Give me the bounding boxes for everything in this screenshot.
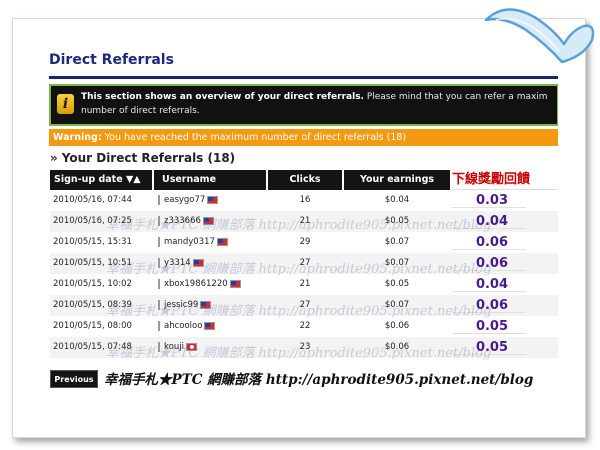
username-cell: xbox19861220 bbox=[158, 274, 268, 295]
info-text-rest: Please mind that you can refer a maxim bbox=[363, 92, 548, 102]
table-row: 2010/05/15, 08:00 ahcooloo 22 $0.06 0.05 bbox=[50, 316, 558, 337]
earnings: $0.05 bbox=[384, 216, 410, 226]
username-cell: kouji bbox=[158, 337, 268, 358]
pagination: Previous 幸福手札★PTC 網賺部落 http://aphrodite9… bbox=[50, 370, 558, 388]
username-header: Username bbox=[154, 170, 266, 190]
table-row: 2010/05/15, 08:39 jessic99 27 $0.07 0.06 bbox=[50, 295, 558, 316]
clicks: 22 bbox=[299, 321, 311, 331]
username[interactable]: z333666 bbox=[164, 216, 201, 226]
earnings: $0.04 bbox=[384, 195, 410, 205]
section-title: » Your Direct Referrals (18) bbox=[50, 151, 235, 165]
username[interactable]: easygo77 bbox=[164, 195, 205, 205]
earnings: $0.07 bbox=[384, 300, 410, 310]
referrals-table: Sign-up date ▼▲ Username Clicks Your ear… bbox=[50, 170, 558, 358]
warning-banner: Warning: You have reached the maximum nu… bbox=[49, 129, 558, 146]
signup-date: 2010/05/15, 08:00 bbox=[53, 321, 132, 331]
signup-date: 2010/05/15, 10:02 bbox=[53, 279, 132, 289]
username-cell: mandy0317 bbox=[158, 232, 268, 253]
taiwan-flag-icon bbox=[229, 279, 241, 288]
clicks: 29 bbox=[299, 237, 311, 247]
double-chevron-icon: » bbox=[50, 151, 58, 165]
clicks: 21 bbox=[299, 216, 311, 226]
taiwan-flag-icon bbox=[204, 321, 216, 330]
username-cell: easygo77 bbox=[158, 190, 268, 211]
warning-label: Warning: bbox=[53, 132, 102, 143]
sort-by-date-header[interactable]: Sign-up date ▼▲ bbox=[50, 170, 152, 190]
earnings: $0.06 bbox=[384, 321, 410, 331]
username[interactable]: ahcooloo bbox=[164, 321, 202, 331]
signup-date: 2010/05/15, 10:51 bbox=[53, 258, 132, 268]
taiwan-flag-icon bbox=[200, 300, 212, 309]
clicks: 27 bbox=[299, 300, 311, 310]
taiwan-flag-icon bbox=[216, 237, 228, 246]
username-cell: z333666 bbox=[158, 211, 268, 232]
username[interactable]: jessic99 bbox=[164, 300, 198, 310]
earnings: $0.07 bbox=[384, 237, 410, 247]
earnings: $0.05 bbox=[384, 279, 410, 289]
username-cell: ahcooloo bbox=[158, 316, 268, 337]
table-row: 2010/05/15, 10:51 y3314 27 $0.07 0.06 bbox=[50, 253, 558, 274]
clicks: 16 bbox=[299, 195, 311, 205]
warning-text: You have reached the maximum number of d… bbox=[101, 132, 407, 143]
hong-kong-flag-icon bbox=[185, 342, 197, 351]
signup-date: 2010/05/16, 07:25 bbox=[53, 216, 132, 226]
referrals-page: Direct Referrals i This section shows an… bbox=[36, 28, 558, 428]
table-row: 2010/05/16, 07:25 z333666 21 $0.05 0.04 bbox=[50, 211, 558, 232]
signup-date: 2010/05/15, 08:39 bbox=[53, 300, 132, 310]
taiwan-flag-icon bbox=[202, 216, 214, 225]
username[interactable]: xbox19861220 bbox=[164, 279, 228, 289]
signup-date: 2010/05/16, 07:44 bbox=[53, 195, 132, 205]
table-row: 2010/05/15, 07:48 kouji 23 $0.06 0.05 bbox=[50, 337, 558, 358]
taiwan-flag-icon bbox=[207, 195, 219, 204]
info-text: This section shows an overview of your d… bbox=[81, 90, 558, 118]
username-cell: jessic99 bbox=[158, 295, 268, 316]
info-text-bold: This section shows an overview of your d… bbox=[81, 92, 364, 102]
table-row: 2010/05/16, 07:44 easygo77 16 $0.04 0.03 bbox=[50, 190, 558, 211]
info-icon: i bbox=[57, 94, 74, 114]
username-cell: y3314 bbox=[158, 253, 268, 274]
clicks: 21 bbox=[299, 279, 311, 289]
reward-header: 下線獎勵回饋 bbox=[452, 170, 558, 190]
info-box: i This section shows an overview of your… bbox=[49, 84, 558, 126]
table-header: Sign-up date ▼▲ Username Clicks Your ear… bbox=[50, 170, 558, 190]
clicks-header: Clicks bbox=[268, 170, 342, 190]
clicks: 27 bbox=[299, 258, 311, 268]
earnings: $0.06 bbox=[384, 342, 410, 352]
blog-tagline: 幸福手札★PTC 網賺部落 http://aphrodite905.pixnet… bbox=[104, 372, 534, 388]
clicks: 23 bbox=[299, 342, 311, 352]
earnings: $0.07 bbox=[384, 258, 410, 268]
signup-date: 2010/05/15, 07:48 bbox=[53, 342, 132, 352]
info-text-line2: number of direct referrals. bbox=[81, 106, 200, 116]
title-divider bbox=[49, 76, 558, 79]
section-title-text: Your Direct Referrals (18) bbox=[61, 151, 236, 165]
username[interactable]: mandy0317 bbox=[164, 237, 215, 247]
taiwan-flag-icon bbox=[192, 258, 204, 267]
signup-date: 2010/05/15, 15:31 bbox=[53, 237, 132, 247]
previous-button[interactable]: Previous bbox=[50, 370, 98, 388]
earnings-header: Your earnings bbox=[344, 170, 450, 190]
username[interactable]: y3314 bbox=[164, 258, 191, 268]
username[interactable]: kouji bbox=[164, 342, 184, 352]
table-row: 2010/05/15, 15:31 mandy0317 29 $0.07 0.0… bbox=[50, 232, 558, 253]
page-title: Direct Referrals bbox=[49, 52, 174, 68]
table-row: 2010/05/15, 10:02 xbox19861220 21 $0.05 … bbox=[50, 274, 558, 295]
